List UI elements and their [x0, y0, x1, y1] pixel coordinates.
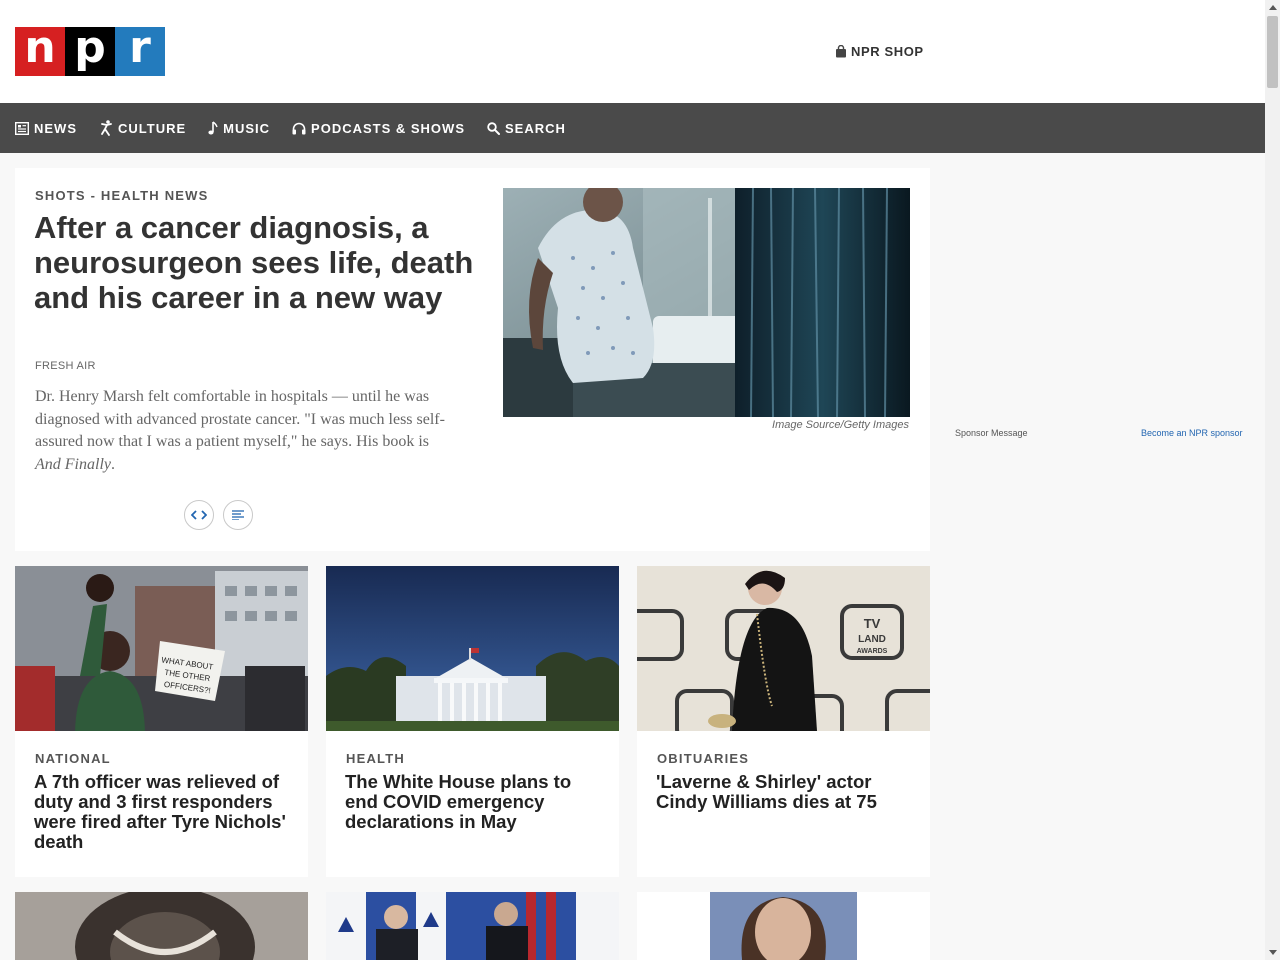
transcript-lines-icon: [232, 510, 244, 520]
shopping-bag-icon: [836, 45, 846, 58]
scrollbar-thumb[interactable]: [1267, 16, 1278, 88]
logo-letter-r: r: [115, 25, 165, 76]
story-headline[interactable]: 'Laverne & Shirley' actor Cindy Williams…: [656, 772, 918, 812]
story-slug[interactable]: OBITUARIES: [657, 751, 749, 766]
tv-land-awards-photo: TV LAND AWARDS: [637, 566, 930, 731]
story-headline[interactable]: The White House plans to end COVID emerg…: [345, 772, 607, 832]
story-card: HEALTH The White House plans to end COVI…: [326, 566, 619, 877]
nav-label-music: MUSIC: [223, 120, 271, 136]
svg-text:LAND: LAND: [858, 634, 886, 645]
nav-label-podcasts-shows: PODCASTS & SHOWS: [311, 120, 465, 136]
story-image-white-house[interactable]: [326, 566, 619, 731]
svg-text:AWARDS: AWARDS: [857, 648, 888, 655]
nav-item-news[interactable]: NEWS: [15, 103, 77, 153]
npr-shop-link[interactable]: NPR SHOP: [835, 44, 924, 59]
teaser-text: Dr. Henry Marsh felt comfortable in hosp…: [35, 388, 445, 450]
diplomats-flags-photo: [326, 892, 619, 960]
story-headline[interactable]: A 7th officer was relieved of duty and 3…: [34, 772, 296, 852]
scroll-up-arrow-icon[interactable]: [1265, 0, 1280, 15]
scroll-down-arrow-icon[interactable]: [1265, 945, 1280, 960]
page-scrollbar[interactable]: [1265, 0, 1280, 960]
featured-story: SHOTS - HEALTH NEWS After a cancer diagn…: [15, 168, 930, 551]
story-image-cindy-williams[interactable]: TV LAND AWARDS: [637, 566, 930, 731]
npr-shop-label: NPR SHOP: [851, 44, 924, 59]
monkey-photo: [15, 892, 308, 960]
news-icon: [15, 121, 29, 135]
protest-photo: WHAT ABOUT THE OTHER OFFICERS?!: [15, 566, 308, 731]
story-card-image-portrait[interactable]: [637, 892, 930, 960]
culture-icon: [101, 120, 112, 136]
nav-label-search: SEARCH: [505, 120, 566, 136]
story-slug[interactable]: HEALTH: [346, 751, 405, 766]
transcript-button[interactable]: [223, 500, 253, 530]
nav-item-search[interactable]: SEARCH: [487, 103, 566, 153]
sponsor-message-label: Sponsor Message: [955, 428, 1028, 438]
featured-slug[interactable]: SHOTS - HEALTH NEWS: [35, 188, 209, 203]
music-note-icon: [208, 121, 218, 135]
story-image-protest[interactable]: WHAT ABOUT THE OTHER OFFICERS?!: [15, 566, 308, 731]
svg-text:TV: TV: [864, 616, 881, 631]
npr-logo[interactable]: n p r: [15, 25, 165, 76]
story-card: WHAT ABOUT THE OTHER OFFICERS?! NATIONAL…: [15, 566, 308, 877]
search-icon: [487, 121, 500, 135]
featured-image-credit: Image Source/Getty Images: [772, 419, 909, 431]
nav-label-culture: CULTURE: [118, 120, 187, 136]
headphones-icon: [292, 122, 306, 134]
logo-letter-n: n: [15, 25, 65, 76]
portrait-photo: [637, 892, 930, 960]
story-card-image-monkey[interactable]: [15, 892, 308, 960]
featured-teaser[interactable]: Dr. Henry Marsh felt comfortable in hosp…: [35, 386, 455, 476]
logo-letter-p: p: [65, 25, 115, 76]
teaser-book-title: And Finally: [35, 455, 111, 473]
become-sponsor-link[interactable]: Become an NPR sponsor: [1141, 428, 1243, 438]
site-header: n p r NPR SHOP: [0, 0, 1265, 103]
story-card-image-diplomats[interactable]: [326, 892, 619, 960]
story-slug[interactable]: NATIONAL: [35, 751, 111, 766]
code-brackets-icon: [191, 510, 207, 520]
featured-image-hospital-patient[interactable]: [503, 188, 910, 417]
featured-headline[interactable]: After a cancer diagnosis, a neurosurgeon…: [34, 210, 474, 315]
nav-item-podcasts-shows[interactable]: PODCASTS & SHOWS: [292, 103, 465, 153]
nav-item-culture[interactable]: CULTURE: [99, 103, 186, 153]
white-house-photo: [326, 566, 619, 731]
story-card: TV LAND AWARDS OBITUARIES 'Laverne & Shi…: [637, 566, 930, 877]
teaser-end: .: [110, 455, 115, 473]
nav-item-music[interactable]: MUSIC: [208, 103, 270, 153]
featured-show-name[interactable]: FRESH AIR: [35, 360, 96, 372]
embed-button[interactable]: [184, 500, 214, 530]
nav-label-news: NEWS: [34, 120, 77, 136]
main-nav: NEWS CULTURE MUSIC PODCASTS & SHOWS SEAR…: [0, 103, 1265, 153]
hospital-patient-photo: [503, 188, 910, 417]
